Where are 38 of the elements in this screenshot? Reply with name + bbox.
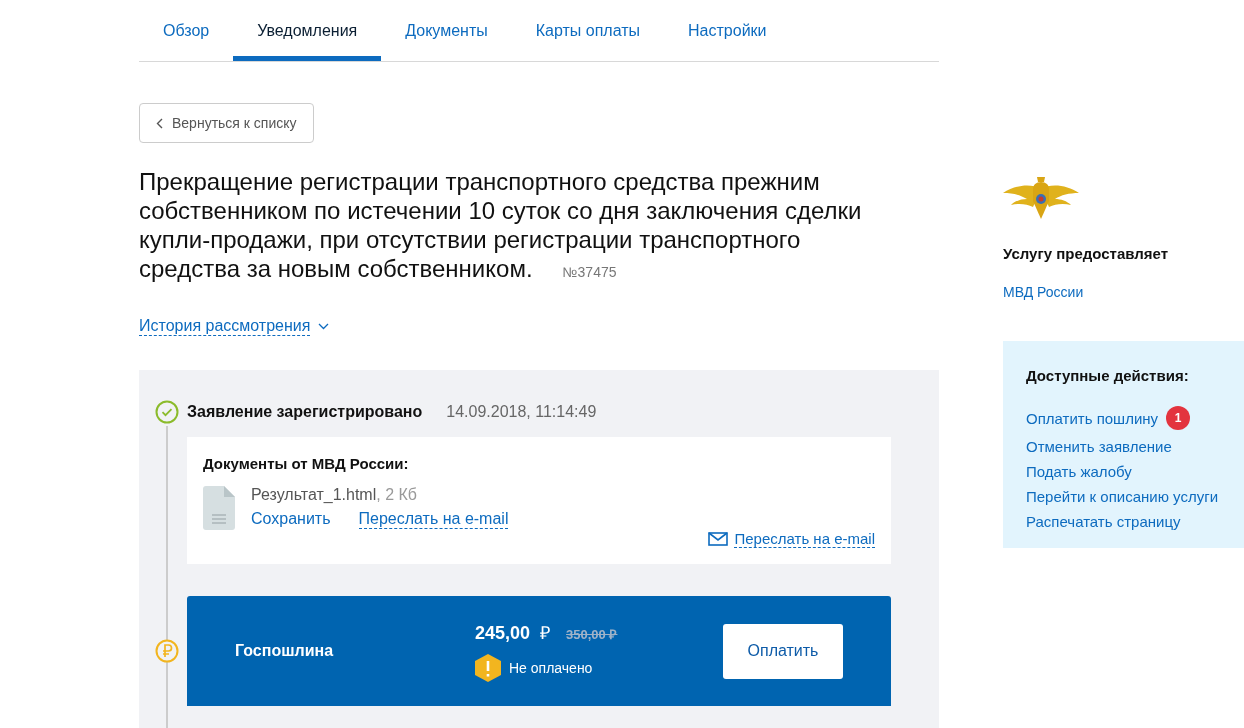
file-action-link[interactable]: Переслать на e-mail: [358, 510, 509, 529]
tab[interactable]: Настройки: [664, 0, 791, 61]
old-price: 350,00 ₽: [566, 626, 618, 643]
chevron-left-icon: [156, 117, 163, 129]
documents-heading: Документы от МВД России:: [203, 455, 410, 472]
file-icon: [203, 486, 235, 530]
tab[interactable]: Карты оплаты: [511, 0, 665, 61]
back-button[interactable]: Вернуться к списку: [139, 103, 314, 143]
chevron-down-icon: [318, 323, 330, 330]
envelope-icon: [708, 532, 729, 546]
status-title: Заявление зарегистрировано: [187, 403, 423, 421]
provider-link[interactable]: МВД России: [1003, 284, 1244, 300]
request-number: №37475: [562, 264, 617, 280]
check-circle-icon: [155, 400, 179, 424]
file-name: Результат_1.html, 2 Кб: [251, 486, 418, 504]
page-title: Прекращение регистрации транспортного средства прежним собственником по истечении 10 суток со дня заключения сделки купли-продажи, при отсутствии регистрации транспортного средства за новым собственником. №37475: [139, 167, 863, 284]
count-badge: 1: [1166, 406, 1191, 430]
provider-heading: Услугу предоставляет: [1003, 245, 1170, 262]
action-link[interactable]: Распечатать страницу: [1026, 513, 1181, 530]
action-link[interactable]: Отменить заявление: [1026, 438, 1172, 455]
tab[interactable]: Обзор: [139, 0, 234, 61]
eagle-emblem-icon: [1003, 175, 1079, 221]
action-link[interactable]: Перейти к описанию услуги: [1026, 488, 1219, 505]
forward-email-link[interactable]: Переслать на e-mail: [708, 530, 875, 548]
file-action-link[interactable]: Сохранить: [251, 510, 331, 529]
ruble-circle-icon: [155, 639, 179, 663]
pay-button[interactable]: Оплатить: [723, 623, 843, 679]
price: 245,00: [475, 623, 531, 644]
action-link[interactable]: Оплатить пошлину: [1026, 409, 1159, 427]
currency: ₽: [540, 622, 551, 644]
status-date: 14.09.2018, 11:14:49: [446, 403, 597, 421]
tab[interactable]: Документы: [381, 0, 512, 61]
action-link[interactable]: Подать жалобу: [1026, 463, 1132, 480]
tab[interactable]: Уведомления: [233, 0, 382, 61]
actions-heading: Доступные действия:: [1026, 367, 1190, 384]
payment-label: Госпошлина: [235, 642, 335, 660]
payment-status: Не оплачено: [509, 660, 593, 676]
history-link[interactable]: История рассмотрения: [139, 317, 330, 336]
